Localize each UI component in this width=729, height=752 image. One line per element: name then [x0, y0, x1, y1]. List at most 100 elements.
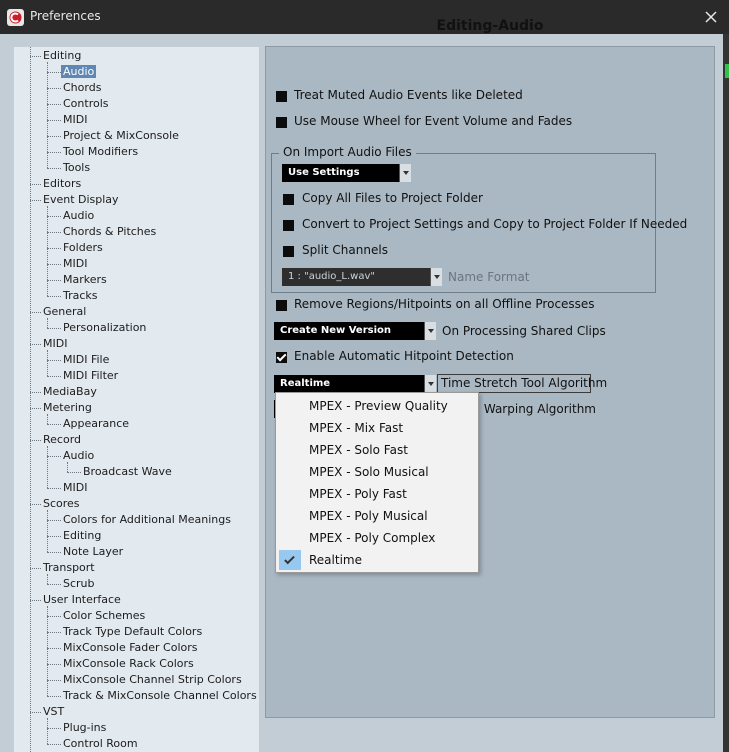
tree-item-label: Chords: [63, 81, 102, 94]
tree-item-tools[interactable]: Tools: [63, 160, 90, 176]
tree-item-event-display[interactable]: Event Display: [43, 192, 119, 208]
tree-item-label: Folders: [63, 241, 103, 254]
tree-item-appearance[interactable]: Appearance: [63, 416, 129, 432]
menu-item-mpex-poly-complex[interactable]: MPEX - Poly Complex: [277, 527, 477, 549]
tree-item-midi[interactable]: MIDI: [63, 256, 87, 272]
tree-connector: [47, 232, 61, 233]
tree-item-midi-filter[interactable]: MIDI Filter: [63, 368, 118, 384]
tree-item-label: Event Display: [43, 193, 119, 206]
tree-item-record[interactable]: Record: [43, 432, 81, 448]
tree-item-mixconsole-fader-colors[interactable]: MixConsole Fader Colors: [63, 640, 198, 656]
tree-item-tool-modifiers[interactable]: Tool Modifiers: [63, 144, 138, 160]
tree-item-transport[interactable]: Transport: [43, 560, 95, 576]
menu-item-label: MPEX - Poly Fast: [309, 487, 407, 501]
tree-item-color-schemes[interactable]: Color Schemes: [63, 608, 145, 624]
mouse-wheel-checkbox[interactable]: [276, 117, 287, 128]
tree-connector: [47, 248, 61, 249]
tree-item-label: Plug-ins: [63, 721, 107, 734]
shared-clips-dropdown[interactable]: Create New Version: [274, 322, 436, 340]
tree-item-midi[interactable]: MIDI: [63, 480, 87, 496]
tree-item-midi-file[interactable]: MIDI File: [63, 352, 109, 368]
tree-connector: [47, 574, 48, 584]
tree-item-scrub[interactable]: Scrub: [63, 576, 95, 592]
tree-connector: [47, 520, 61, 521]
tree-item-note-layer[interactable]: Note Layer: [63, 544, 123, 560]
name-format-dropdown[interactable]: 1 : "audio_L.wav": [282, 268, 442, 286]
import-group-legend: On Import Audio Files: [279, 145, 416, 159]
treat-muted-label: Treat Muted Audio Events like Deleted: [294, 88, 523, 102]
tree-item-chords[interactable]: Chords: [63, 80, 101, 96]
tree-item-mixconsole-channel-strip-colors[interactable]: MixConsole Channel Strip Colors: [63, 672, 242, 688]
tree-connector: [47, 536, 61, 537]
tree-connector: [47, 328, 61, 329]
tree-item-tracks[interactable]: Tracks: [63, 288, 98, 304]
tree-item-label: Tracks: [63, 289, 98, 302]
hitpoint-detection-checkbox[interactable]: [276, 352, 287, 363]
tree-item-track-mixconsole-channel-colors[interactable]: Track & MixConsole Channel Colors: [63, 688, 257, 704]
treat-muted-checkbox[interactable]: [276, 91, 287, 102]
tree-item-user-interface[interactable]: User Interface: [43, 592, 121, 608]
tree-item-label: Controls: [63, 97, 109, 110]
tree-item-broadcast-wave[interactable]: Broadcast Wave: [83, 464, 172, 480]
shared-clips-value: Create New Version: [280, 325, 391, 336]
tree-item-control-room[interactable]: Control Room: [63, 736, 138, 752]
tree-connector: [47, 318, 48, 328]
tree-connector: [47, 552, 61, 553]
tree-item-general[interactable]: General: [43, 304, 86, 320]
tree-item-markers[interactable]: Markers: [63, 272, 107, 288]
tree-connector: [47, 62, 48, 168]
tree-item-label: Audio: [63, 449, 95, 462]
menu-item-label: MPEX - Poly Musical: [309, 509, 428, 523]
warping-label: : Warping Algorithm: [476, 402, 596, 416]
tree-item-audio[interactable]: Audio: [63, 208, 94, 224]
menu-item-label: MPEX - Solo Fast: [309, 443, 408, 457]
menu-item-mpex-poly-fast[interactable]: MPEX - Poly Fast: [277, 483, 477, 505]
tree-item-scores[interactable]: Scores: [43, 496, 80, 512]
menu-item-realtime[interactable]: Realtime: [277, 549, 477, 571]
shared-clips-label: On Processing Shared Clips: [442, 324, 606, 338]
import-mode-dropdown[interactable]: Use Settings: [282, 164, 411, 182]
tree-item-project-mixconsole[interactable]: Project & MixConsole: [63, 128, 179, 144]
tree-connector: [30, 440, 41, 441]
page-title: Editing-Audio: [436, 18, 544, 34]
tree-item-label: Markers: [63, 273, 107, 286]
tree-connector: [30, 408, 41, 409]
menu-item-mpex-solo-fast[interactable]: MPEX - Solo Fast: [277, 439, 477, 461]
tree-item-editing[interactable]: Editing: [43, 48, 81, 64]
tree-item-label: Metering: [43, 401, 92, 414]
tree-item-plug-ins[interactable]: Plug-ins: [63, 720, 106, 736]
menu-item-mpex-solo-musical[interactable]: MPEX - Solo Musical: [277, 461, 477, 483]
tree-item-mixconsole-rack-colors[interactable]: MixConsole Rack Colors: [63, 656, 194, 672]
convert-checkbox[interactable]: [283, 220, 294, 231]
tree-item-label: MixConsole Fader Colors: [63, 641, 198, 654]
tree-item-folders[interactable]: Folders: [63, 240, 103, 256]
tree-item-midi[interactable]: MIDI: [63, 112, 87, 128]
menu-item-mpex-mix-fast[interactable]: MPEX - Mix Fast: [277, 417, 477, 439]
convert-label: Convert to Project Settings and Copy to …: [302, 217, 688, 231]
tree-item-controls[interactable]: Controls: [63, 96, 109, 112]
split-channels-checkbox[interactable]: [283, 246, 294, 257]
tree-item-label: VST: [43, 705, 65, 718]
tree-item-personalization[interactable]: Personalization: [63, 320, 146, 336]
tree-item-track-type-default-colors[interactable]: Track Type Default Colors: [63, 624, 202, 640]
time-stretch-dropdown[interactable]: Realtime: [274, 375, 436, 393]
menu-item-mpex-poly-musical[interactable]: MPEX - Poly Musical: [277, 505, 477, 527]
tree-item-editing[interactable]: Editing: [63, 528, 101, 544]
tree-item-chords-pitches[interactable]: Chords & Pitches: [63, 224, 156, 240]
menu-item-mpex-preview-quality[interactable]: MPEX - Preview Quality: [277, 395, 477, 417]
remove-regions-label: Remove Regions/Hitpoints on all Offline …: [294, 297, 595, 311]
tree-connector: [47, 120, 61, 121]
split-channels-label: Split Channels: [302, 243, 388, 257]
menu-item-label: MPEX - Solo Musical: [309, 465, 429, 479]
remove-regions-checkbox[interactable]: [276, 300, 287, 311]
name-format-value: 1 : "audio_L.wav": [288, 271, 375, 282]
tree-item-editors[interactable]: Editors: [43, 176, 81, 192]
tree-item-colors-for-additional-meanings[interactable]: Colors for Additional Meanings: [63, 512, 231, 528]
copy-all-checkbox[interactable]: [283, 194, 294, 205]
tree-item-label: Color Schemes: [63, 609, 146, 622]
tree-connector: [47, 510, 48, 552]
tree-item-audio[interactable]: Audio: [61, 64, 97, 80]
tree-connector: [47, 424, 61, 425]
tree-item-mediabay[interactable]: MediaBay: [43, 384, 97, 400]
tree-item-metering[interactable]: Metering: [43, 400, 92, 416]
